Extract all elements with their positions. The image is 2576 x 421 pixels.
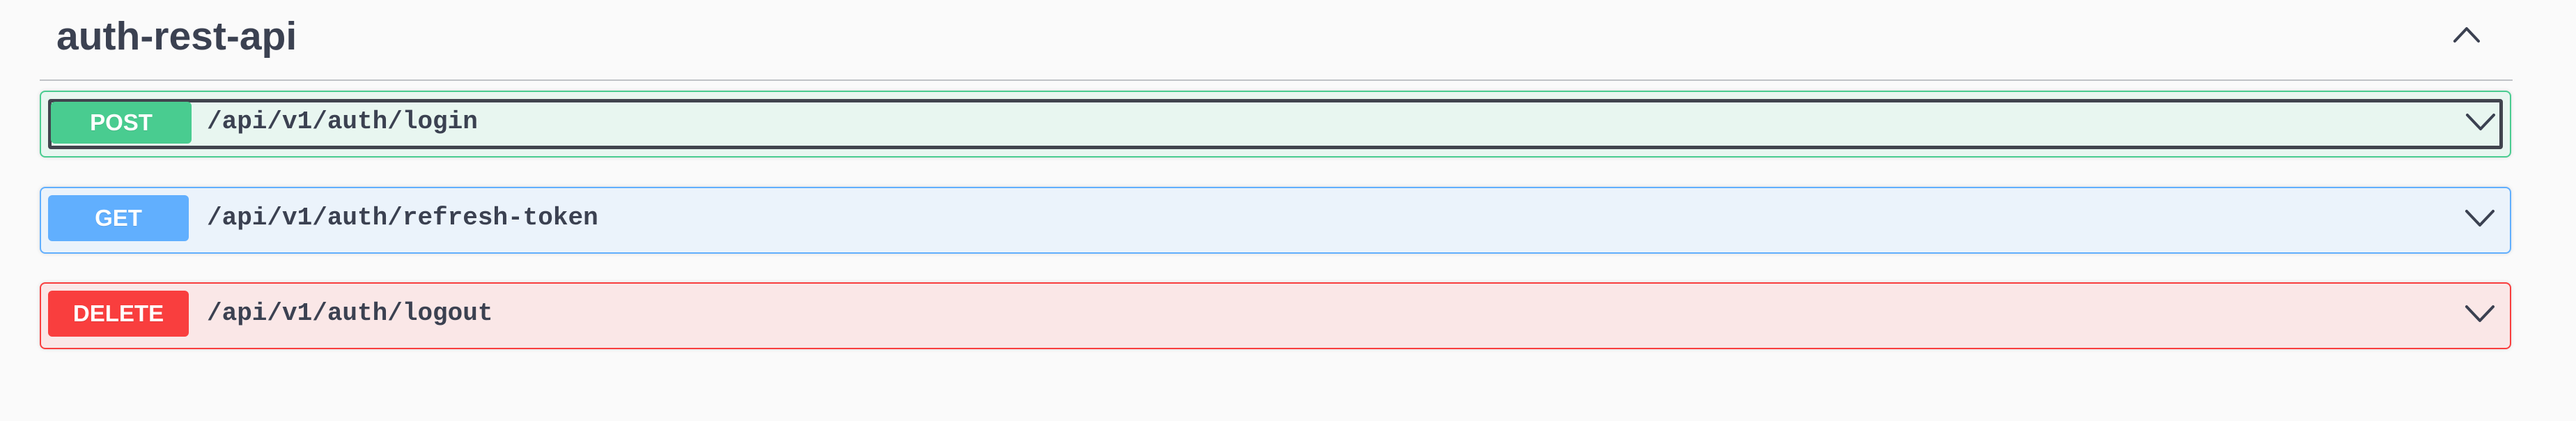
operation-path: /api/v1/auth/logout (207, 299, 493, 328)
operation-summary-delete-logout[interactable]: DELETE /api/v1/auth/logout (48, 291, 2503, 341)
operation-path: /api/v1/auth/login (207, 107, 478, 136)
operation-post-login: POST /api/v1/auth/login (40, 91, 2511, 158)
chevron-up-icon (2453, 27, 2480, 43)
operation-delete-logout: DELETE /api/v1/auth/logout (40, 282, 2511, 349)
chevron-down-icon[interactable] (2464, 303, 2496, 325)
method-badge-post: POST (51, 102, 192, 144)
section-title[interactable]: auth-rest-api (56, 11, 297, 61)
method-badge-delete: DELETE (48, 291, 189, 337)
operation-summary-post-login[interactable]: POST /api/v1/auth/login (48, 99, 2503, 149)
chevron-down-icon[interactable] (2464, 207, 2496, 229)
method-badge-get: GET (48, 195, 189, 241)
section-collapse-button[interactable] (2443, 15, 2490, 57)
operation-path: /api/v1/auth/refresh-token (207, 204, 598, 232)
section-header[interactable]: auth-rest-api (40, 0, 2513, 81)
operation-get-refresh-token: GET /api/v1/auth/refresh-token (40, 187, 2511, 254)
chevron-down-icon[interactable] (2465, 111, 2497, 133)
operation-summary-get-refresh-token[interactable]: GET /api/v1/auth/refresh-token (48, 195, 2503, 245)
